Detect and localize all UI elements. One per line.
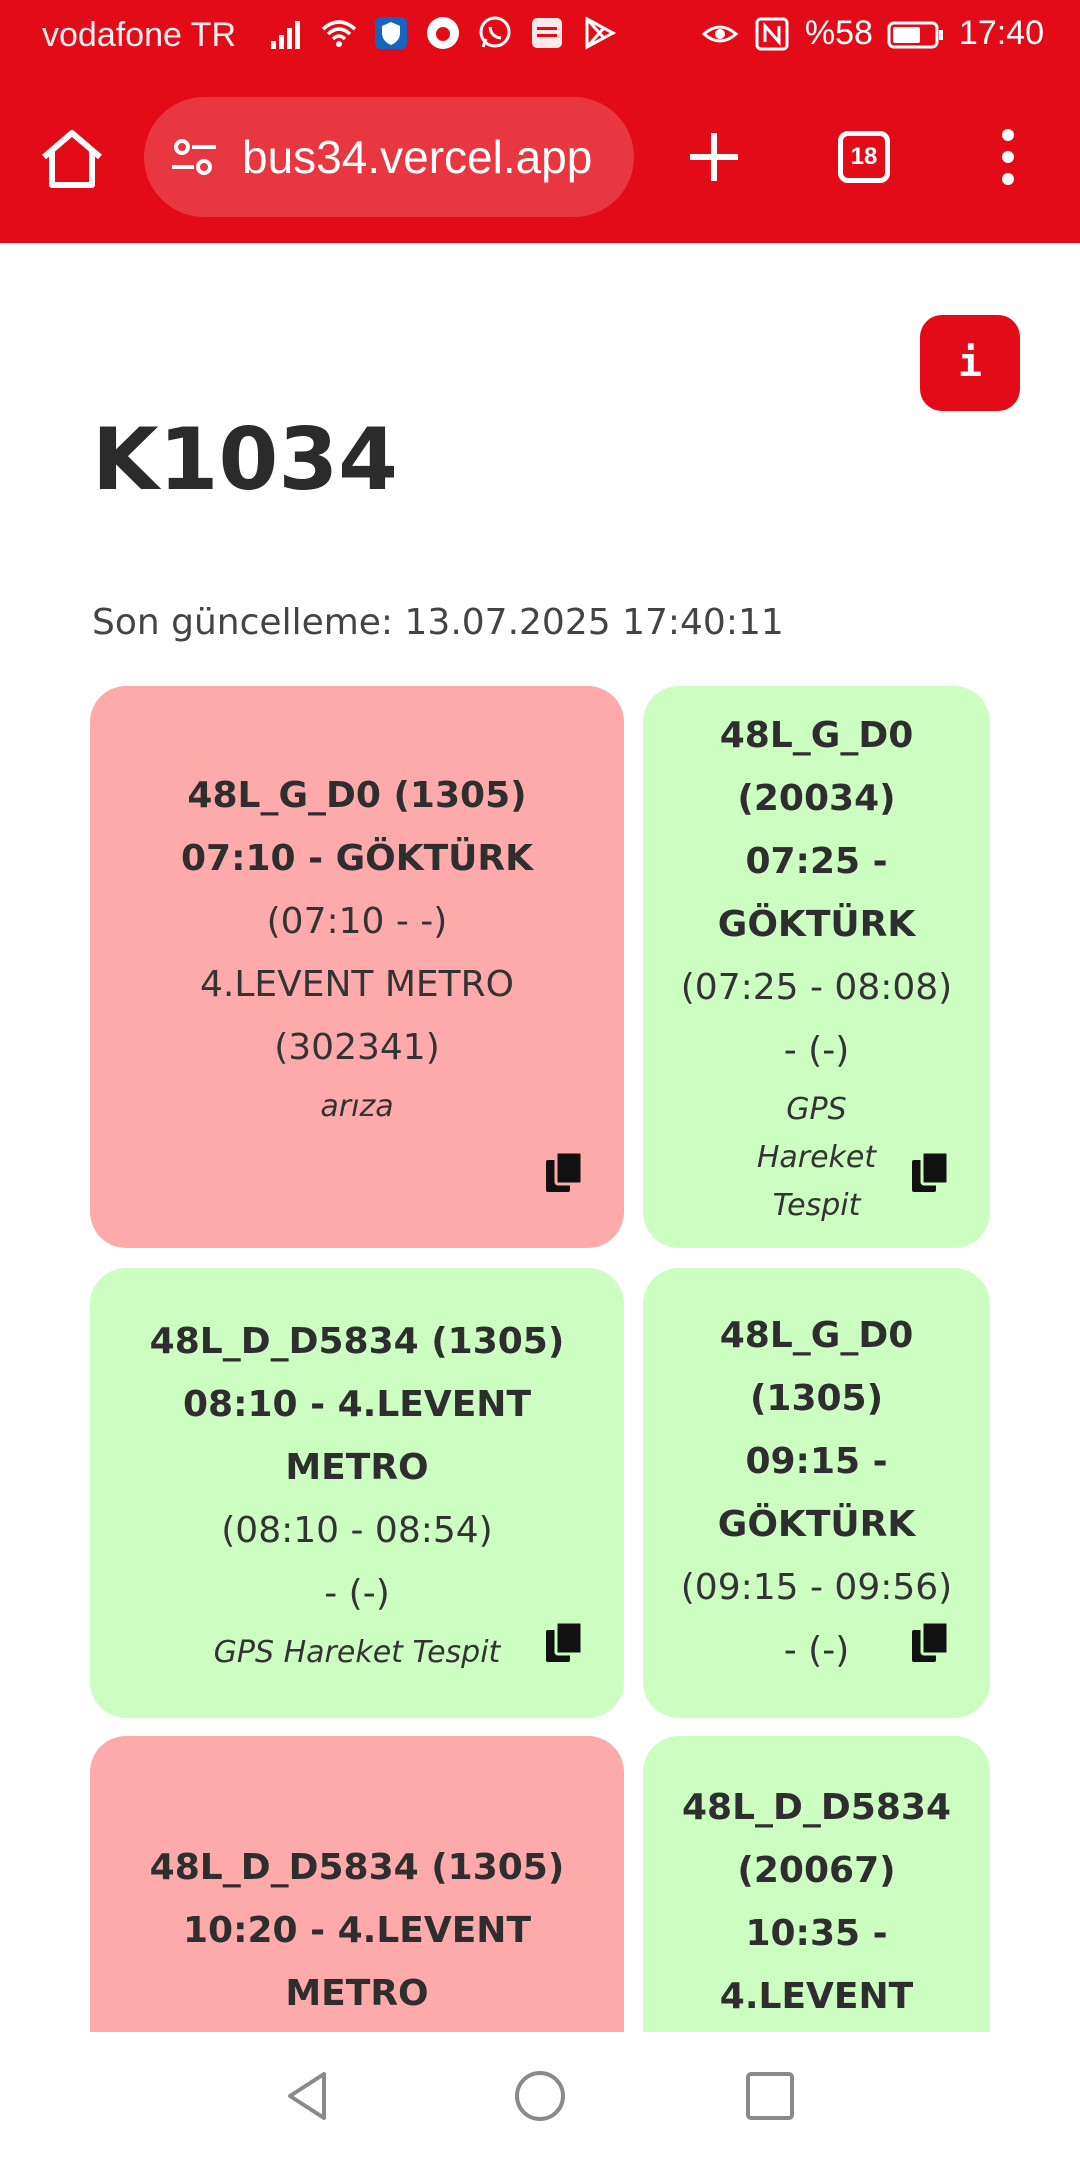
shield-app-icon <box>372 14 410 52</box>
trip-card: 48L_G_D0 (1305) 07:10 - GÖKTÜRK (07:10 -… <box>90 686 624 1248</box>
trip-stop: - (-) <box>783 1030 850 1071</box>
copy-icon[interactable] <box>910 1150 950 1196</box>
trip-vehicle: (302341) <box>274 1026 440 1068</box>
carrier-label: vodafone TR <box>42 16 237 54</box>
recents-icon[interactable] <box>742 2068 798 2124</box>
trip-vehicle-code: (20034) <box>737 778 896 819</box>
trip-departure: 08:10 - 4.LEVENT <box>183 1383 531 1425</box>
page-title: K1034 <box>92 410 398 510</box>
trip-note: GPS Hareket Tespit <box>213 1634 501 1670</box>
copy-icon[interactable] <box>544 1620 584 1666</box>
battery-percent: %58 <box>804 14 873 52</box>
whatsapp-icon <box>476 14 514 52</box>
more-menu-icon[interactable] <box>990 127 1026 187</box>
info-button[interactable]: i <box>920 315 1020 411</box>
trip-destination: METRO <box>285 1973 429 2014</box>
url-text[interactable]: bus34.vercel.app <box>242 130 592 184</box>
trip-route: 48L_D_D5834 (1305) <box>149 1847 565 1888</box>
trip-vehicle-code: (1305) <box>749 1378 884 1419</box>
address-bar[interactable]: bus34.vercel.app <box>144 97 634 217</box>
trip-stop: - (-) <box>324 1572 390 1614</box>
trip-card: 48L_D_D5834 (1305) 10:20 - 4.LEVENT METR… <box>90 1736 624 2032</box>
trip-route: 48L_D_D5834 (1305) <box>149 1320 565 1362</box>
info-icon: i <box>957 340 983 386</box>
last-update-text: Son güncelleme: 13.07.2025 17:40:11 <box>92 602 784 643</box>
trip-stop: - (-) <box>783 1630 850 1671</box>
trip-destination: GÖKTÜRK <box>717 1504 916 1545</box>
trip-destination: GÖKTÜRK <box>717 904 916 945</box>
new-tab-icon[interactable] <box>686 129 742 185</box>
trip-time-range: (08:10 - 08:54) <box>221 1509 493 1551</box>
trip-stop: 4.LEVENT METRO <box>199 963 515 1005</box>
clock: 17:40 <box>958 14 1044 52</box>
trip-destination: 4.LEVENT <box>719 1976 914 2017</box>
eye-comfort-icon <box>701 15 739 53</box>
trip-card: 48L_G_D0 (20034) 07:25 - GÖKTÜRK (07:25 … <box>643 686 990 1248</box>
system-status: %58 17:40 <box>701 14 1044 53</box>
trip-departure: 10:20 - 4.LEVENT <box>183 1910 531 1951</box>
trip-time-range: (09:15 - 09:56) <box>680 1567 953 1608</box>
browser-toolbar: bus34.vercel.app 18 <box>0 75 1080 243</box>
play-store-icon <box>580 14 618 52</box>
home-icon[interactable] <box>38 125 106 193</box>
app-notification-icon <box>528 14 566 52</box>
trip-vehicle-code: (20067) <box>737 1850 896 1891</box>
copy-icon[interactable] <box>544 1150 584 1196</box>
trip-departure: 07:10 - GÖKTÜRK <box>180 837 534 879</box>
trip-route: 48L_G_D0 <box>719 715 914 756</box>
signal-icon <box>268 14 306 52</box>
trip-route: 48L_D_D5834 <box>682 1787 951 1828</box>
vodafone-app-icon <box>424 14 462 52</box>
site-settings-icon[interactable] <box>166 129 222 185</box>
trip-departure: 10:35 - <box>745 1913 888 1954</box>
trip-card: 48L_G_D0 (1305) 09:15 - GÖKTÜRK (09:15 -… <box>643 1268 990 1718</box>
trip-route: 48L_G_D0 <box>719 1315 914 1356</box>
trip-card: 48L_D_D5834 (20067) 10:35 - 4.LEVENT <box>643 1736 990 2032</box>
notification-icons <box>268 14 618 52</box>
battery-icon <box>887 15 945 53</box>
trip-route: 48L_G_D0 (1305) <box>187 774 527 816</box>
navigation-bar <box>0 2032 1080 2160</box>
trip-departure: 07:25 - <box>745 841 888 882</box>
trip-time-range: (07:10 - -) <box>266 900 448 942</box>
trip-time-range: (07:25 - 08:08) <box>680 967 953 1008</box>
trip-grid: 48L_G_D0 (1305) 07:10 - GÖKTÜRK (07:10 -… <box>90 686 990 2032</box>
trip-card: 48L_D_D5834 (1305) 08:10 - 4.LEVENT METR… <box>90 1268 624 1718</box>
status-bar: vodafone TR %58 17:40 <box>0 0 1080 75</box>
trip-destination: METRO <box>285 1446 429 1488</box>
copy-icon[interactable] <box>910 1620 950 1666</box>
nfc-icon <box>753 15 791 53</box>
trip-departure: 09:15 - <box>745 1441 888 1482</box>
tab-count: 18 <box>850 143 878 170</box>
home-circle-icon[interactable] <box>512 2068 568 2124</box>
back-icon[interactable] <box>280 2068 336 2124</box>
tab-switcher-button[interactable]: 18 <box>838 131 890 183</box>
trip-note: arıza <box>320 1088 394 1124</box>
wifi-icon <box>320 14 358 52</box>
